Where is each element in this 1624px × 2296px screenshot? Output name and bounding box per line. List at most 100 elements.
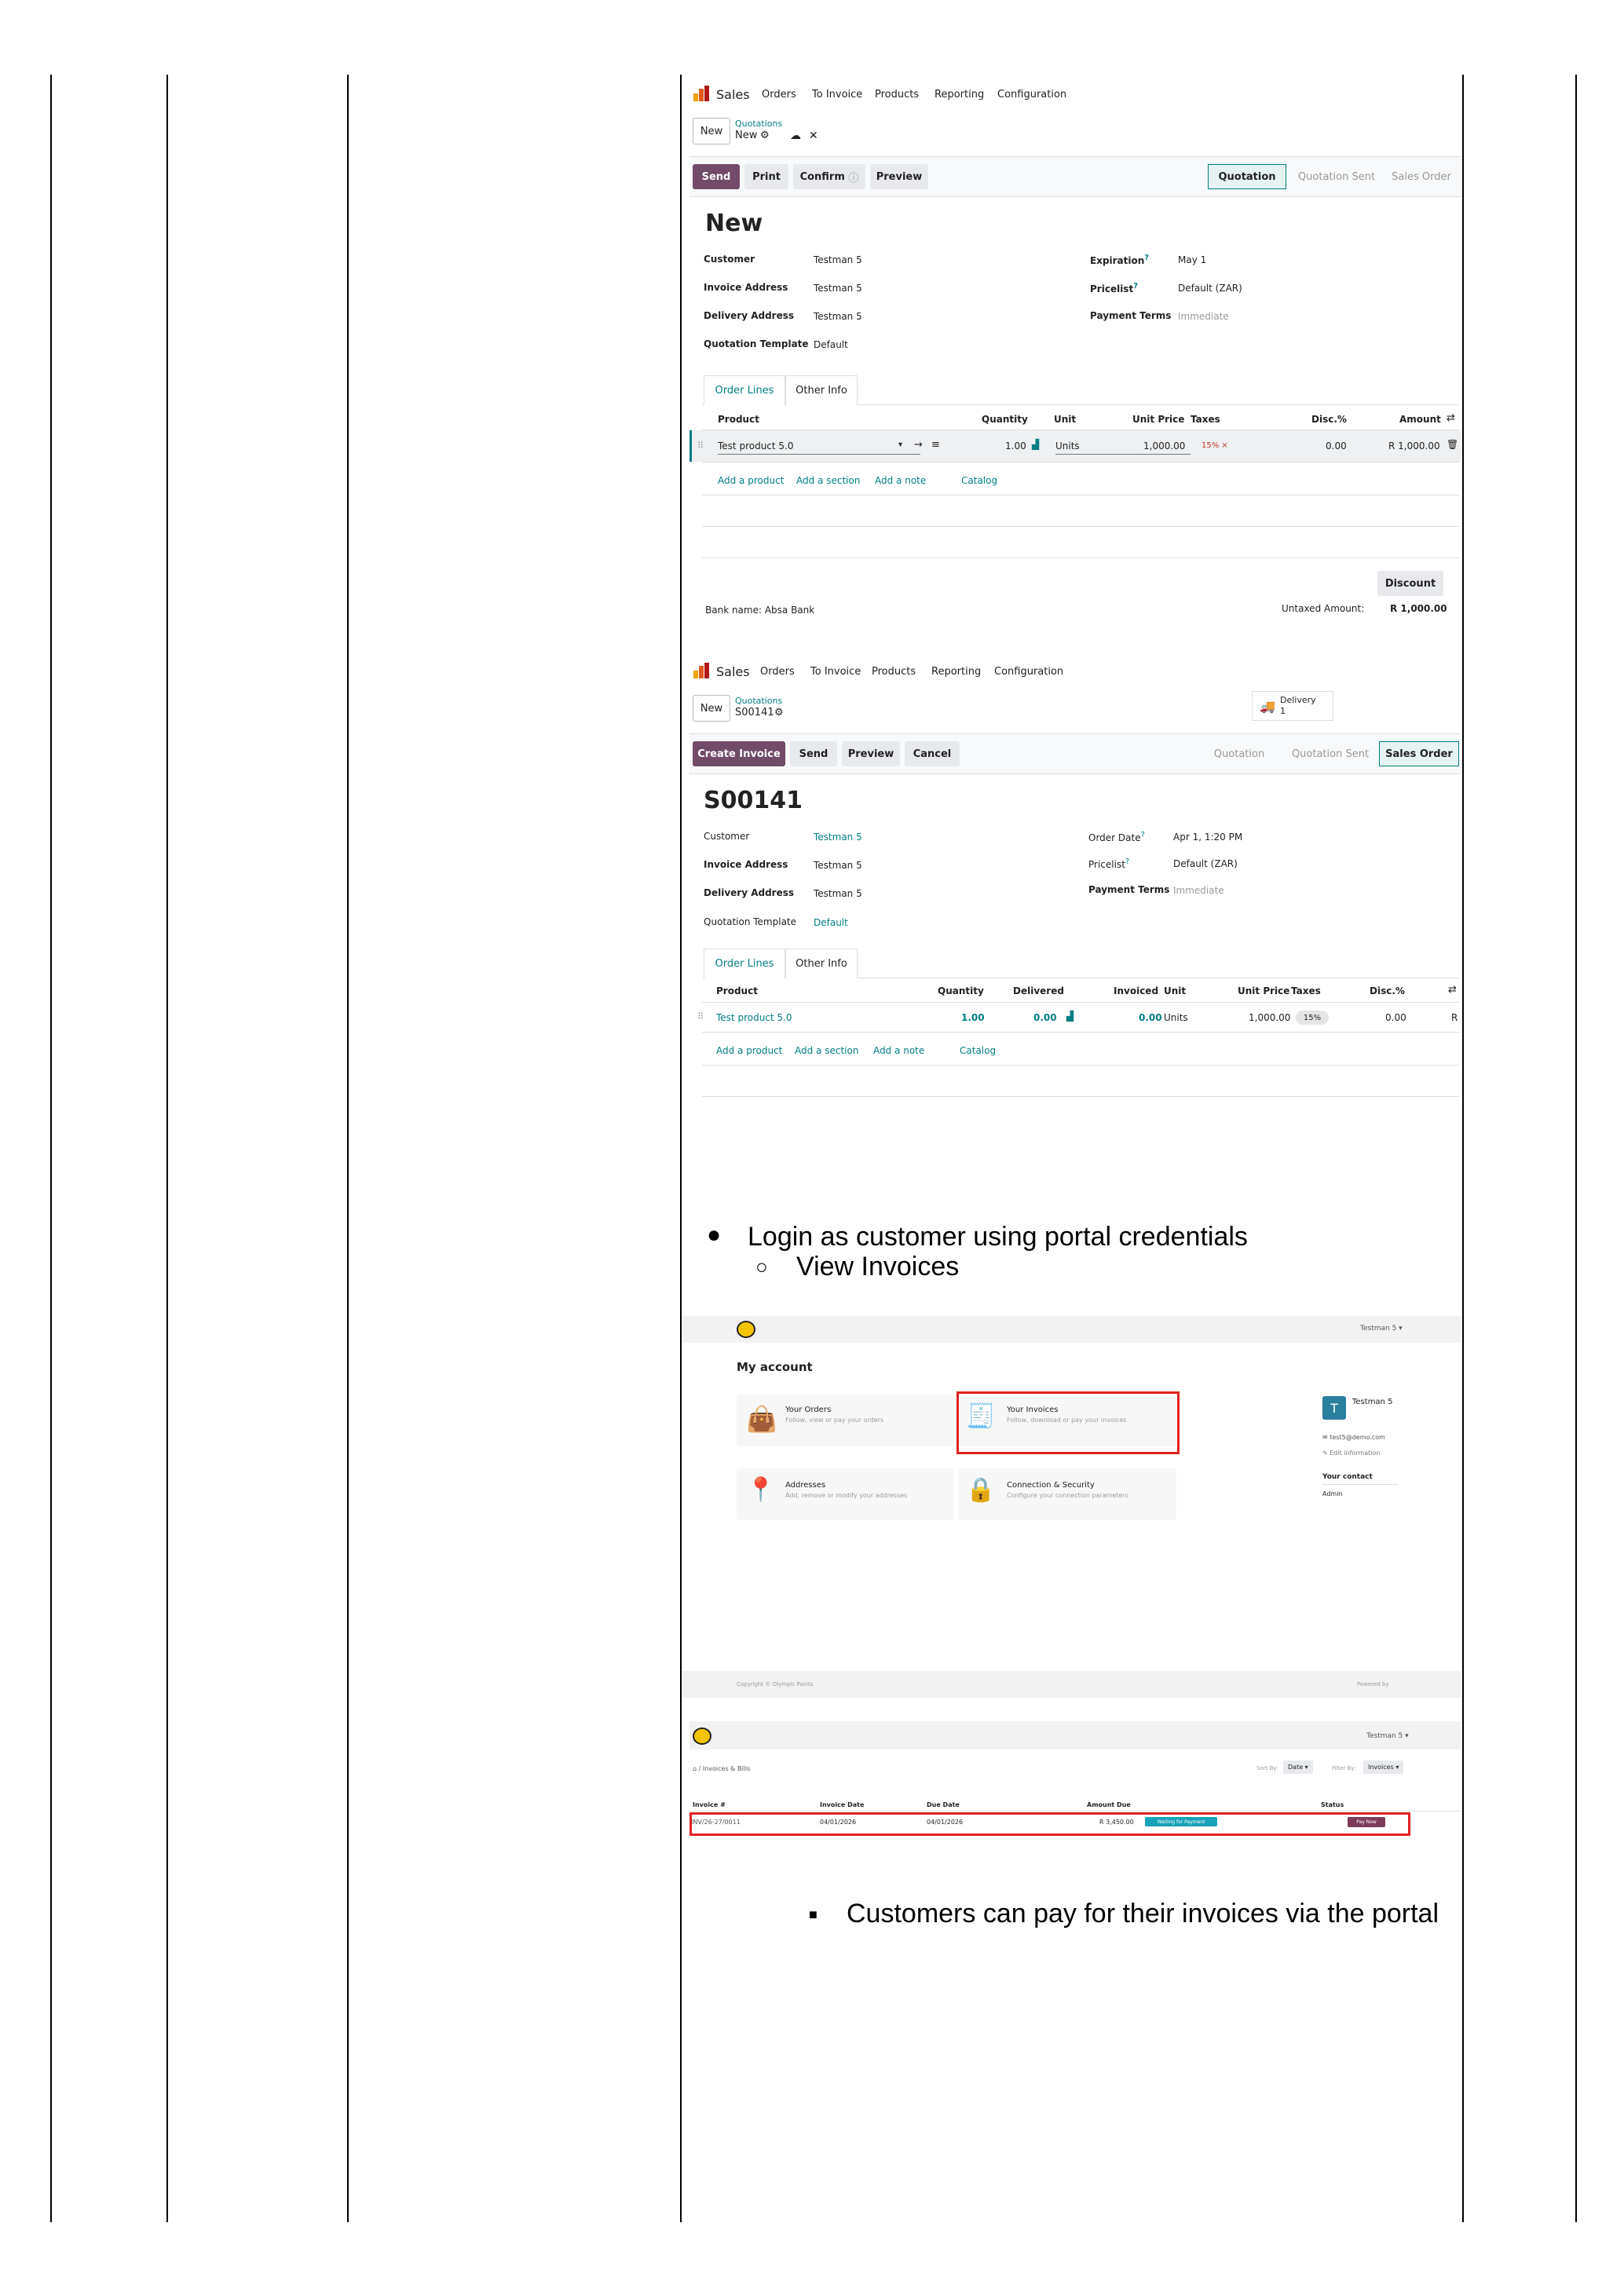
- pricelist-field[interactable]: Default (ZAR): [1178, 283, 1242, 294]
- line-unit-price[interactable]: 1,000.00: [1249, 1012, 1290, 1023]
- tab-order-lines[interactable]: Order Lines: [704, 375, 785, 405]
- add-note-link[interactable]: Add a note: [875, 475, 926, 486]
- gear-icon[interactable]: ⚙: [774, 707, 784, 718]
- sort-dropdown[interactable]: Date ▾: [1283, 1760, 1313, 1774]
- line-delivered[interactable]: 0.00: [1033, 1012, 1057, 1023]
- column-settings-icon[interactable]: ⇄: [1447, 412, 1455, 424]
- breadcrumb[interactable]: ⌂ / Invoices & Bills: [693, 1765, 750, 1772]
- add-product-link[interactable]: Add a product: [716, 1045, 782, 1056]
- col-amount[interactable]: Amount: [1399, 414, 1441, 425]
- menu-configuration[interactable]: Configuration: [997, 89, 1066, 101]
- col-disc[interactable]: Disc.%: [1311, 414, 1347, 425]
- line-product[interactable]: Test product 5.0: [716, 1012, 792, 1023]
- discard-icon[interactable]: ✕: [809, 130, 818, 142]
- stage-quotation[interactable]: Quotation: [1200, 741, 1278, 766]
- menu-orders[interactable]: Orders: [760, 666, 795, 678]
- preview-button[interactable]: Preview: [870, 164, 928, 189]
- customer-field[interactable]: Testman 5: [814, 254, 862, 265]
- quotation-template-field[interactable]: Default: [814, 339, 848, 350]
- col-disc[interactable]: Disc.%: [1370, 985, 1405, 996]
- col-unit[interactable]: Unit: [1054, 414, 1076, 425]
- col-unit-price[interactable]: Unit Price: [1238, 985, 1289, 996]
- new-button[interactable]: New: [693, 695, 730, 722]
- line-tax-badge[interactable]: 15% ×: [1202, 441, 1228, 450]
- col-product[interactable]: Product: [716, 985, 758, 996]
- save-cloud-icon[interactable]: ☁: [790, 130, 801, 142]
- preview-button[interactable]: Preview: [842, 741, 900, 766]
- send-button[interactable]: Send: [790, 741, 837, 766]
- col-quantity[interactable]: Quantity: [982, 414, 1028, 425]
- send-button[interactable]: Send: [693, 164, 740, 189]
- internal-link-icon[interactable]: →: [914, 439, 923, 451]
- drag-handle-icon[interactable]: ⠿: [697, 441, 704, 451]
- col-taxes[interactable]: Taxes: [1191, 414, 1220, 425]
- app-name[interactable]: Sales: [716, 87, 750, 102]
- delivery-address-field[interactable]: Testman 5: [814, 311, 862, 322]
- line-quantity[interactable]: 1.00: [961, 1012, 985, 1023]
- stage-quotation-sent[interactable]: Quotation Sent: [1289, 164, 1384, 189]
- menu-products[interactable]: Products: [872, 666, 916, 678]
- line-quantity[interactable]: 1.00: [1005, 441, 1026, 452]
- line-unit[interactable]: Units: [1164, 1012, 1188, 1023]
- menu-reporting[interactable]: Reporting: [935, 89, 984, 101]
- payment-terms-field[interactable]: Immediate: [1178, 311, 1229, 322]
- quotation-template-field[interactable]: Default: [814, 917, 848, 928]
- user-menu[interactable]: Testman 5 ▾: [1360, 1325, 1403, 1333]
- confirm-button[interactable]: Confirm ⓘ: [793, 164, 865, 189]
- menu-to-invoice[interactable]: To Invoice: [812, 89, 862, 101]
- edit-information-link[interactable]: ✎ Edit information: [1322, 1450, 1380, 1457]
- product-input[interactable]: Test product 5.0: [718, 441, 920, 455]
- stage-quotation-sent[interactable]: Quotation Sent: [1283, 741, 1377, 766]
- pricelist-field[interactable]: Default (ZAR): [1173, 858, 1238, 869]
- menu-products[interactable]: Products: [875, 89, 919, 101]
- order-date-field[interactable]: Apr 1, 1:20 PM: [1173, 832, 1242, 843]
- customer-field[interactable]: Testman 5: [814, 832, 862, 843]
- col-taxes[interactable]: Taxes: [1291, 985, 1321, 996]
- discount-button[interactable]: Discount: [1377, 571, 1443, 596]
- menu-orders[interactable]: Orders: [762, 89, 796, 101]
- menu-to-invoice[interactable]: To Invoice: [810, 666, 861, 678]
- new-button[interactable]: New: [693, 118, 730, 144]
- caret-down-icon[interactable]: ▾: [898, 441, 902, 449]
- variant-list-icon[interactable]: ≡: [931, 439, 940, 451]
- menu-configuration[interactable]: Configuration: [994, 666, 1063, 678]
- app-name[interactable]: Sales: [716, 664, 750, 679]
- tab-other-info[interactable]: Other Info: [785, 949, 858, 978]
- delivery-address-field[interactable]: Testman 5: [814, 888, 862, 899]
- create-invoice-button[interactable]: Create Invoice: [693, 741, 785, 766]
- payment-terms-field[interactable]: Immediate: [1173, 885, 1224, 896]
- col-delivered[interactable]: Delivered: [1013, 985, 1064, 996]
- add-product-link[interactable]: Add a product: [718, 475, 784, 486]
- line-tax-badge[interactable]: 15%: [1296, 1011, 1329, 1025]
- col-invoiced[interactable]: Invoiced: [1114, 985, 1158, 996]
- breadcrumb-parent[interactable]: Quotations: [735, 696, 782, 706]
- stage-sales-order[interactable]: Sales Order: [1384, 164, 1459, 189]
- forecast-chart-icon[interactable]: ▟: [1066, 1011, 1074, 1022]
- catalog-link[interactable]: Catalog: [960, 1045, 996, 1056]
- add-section-link[interactable]: Add a section: [796, 475, 860, 486]
- add-section-link[interactable]: Add a section: [795, 1045, 858, 1056]
- gear-icon[interactable]: ⚙: [760, 130, 770, 141]
- invoice-address-field[interactable]: Testman 5: [814, 860, 862, 871]
- tab-order-lines[interactable]: Order Lines: [704, 949, 785, 978]
- catalog-link[interactable]: Catalog: [961, 475, 997, 486]
- expiration-field[interactable]: May 1: [1178, 254, 1206, 265]
- line-invoiced[interactable]: 0.00: [1139, 1012, 1162, 1023]
- drag-handle-icon[interactable]: ⠿: [697, 1011, 704, 1022]
- line-unit-price[interactable]: 1,000.00: [1143, 441, 1185, 452]
- add-note-link[interactable]: Add a note: [873, 1045, 924, 1056]
- breadcrumb-parent[interactable]: Quotations: [735, 119, 782, 129]
- col-quantity[interactable]: Quantity: [938, 985, 984, 996]
- cancel-button[interactable]: Cancel: [905, 741, 960, 766]
- tab-other-info[interactable]: Other Info: [785, 375, 858, 405]
- col-unit-price[interactable]: Unit Price: [1132, 414, 1184, 425]
- user-menu[interactable]: Testman 5 ▾: [1366, 1732, 1409, 1740]
- forecast-chart-icon[interactable]: ▟: [1032, 439, 1039, 450]
- line-discount[interactable]: 0.00: [1385, 1012, 1406, 1023]
- col-product[interactable]: Product: [718, 414, 759, 425]
- col-unit[interactable]: Unit: [1164, 985, 1186, 996]
- stage-sales-order[interactable]: Sales Order: [1379, 741, 1459, 766]
- print-button[interactable]: Print: [744, 164, 788, 189]
- line-discount[interactable]: 0.00: [1326, 441, 1347, 452]
- column-settings-icon[interactable]: ⇄: [1448, 984, 1457, 996]
